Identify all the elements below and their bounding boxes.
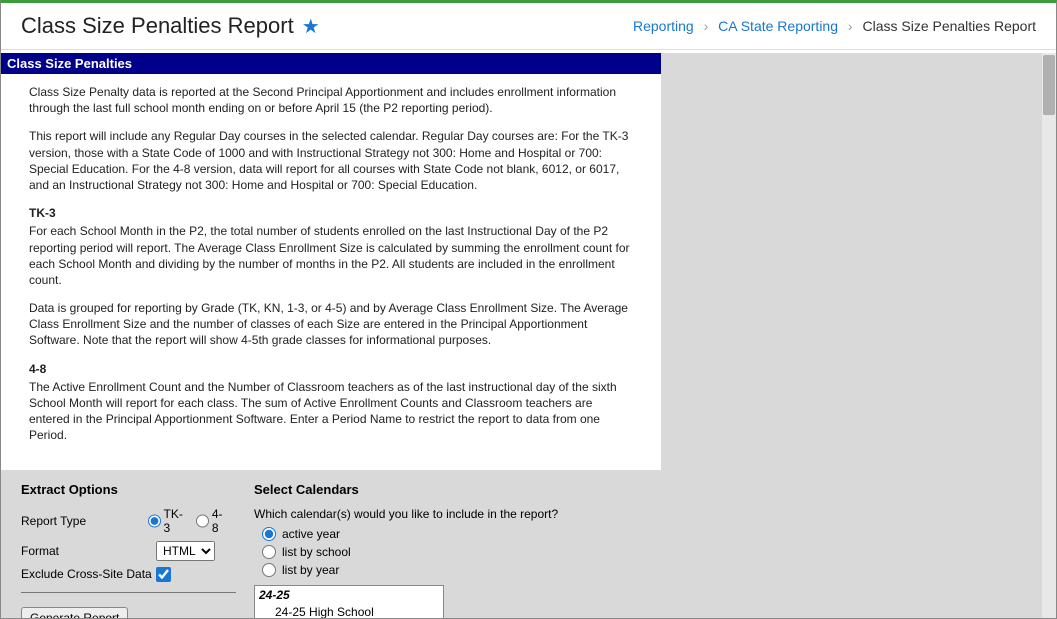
calendar-year-group[interactable]: 24-25 — [255, 586, 443, 604]
desc-s1-p1: For each School Month in the P2, the tot… — [29, 223, 633, 288]
desc-p1: Class Size Penalty data is reported at t… — [29, 84, 633, 116]
desc-p2: This report will include any Regular Day… — [29, 128, 633, 193]
report-type-48[interactable]: 4-8 — [196, 507, 228, 535]
report-type-48-label: 4-8 — [212, 507, 228, 535]
app-window: Class Size Penalties Report ★ Reporting … — [0, 0, 1057, 619]
page-title: Class Size Penalties Report — [21, 13, 294, 39]
form-area: Extract Options Report Type TK-3 4-8 — [1, 470, 661, 618]
report-type-tk3-label: TK-3 — [164, 507, 188, 535]
report-type-row: Report Type TK-3 4-8 — [21, 507, 236, 535]
description-block: Class Size Penalty data is reported at t… — [1, 74, 661, 470]
breadcrumb-l3: Class Size Penalties Report — [862, 18, 1036, 34]
desc-s2-title: 4-8 — [29, 361, 633, 377]
report-type-48-radio[interactable] — [196, 514, 209, 528]
desc-s1-title: TK-3 — [29, 205, 633, 221]
calendar-mode-list: active year list by school list by year — [262, 527, 641, 577]
calendar-mode-year-label: list by year — [282, 563, 339, 577]
format-label: Format — [21, 544, 156, 558]
right-pane — [661, 53, 1056, 618]
breadcrumb: Reporting › CA State Reporting › Class S… — [633, 18, 1036, 34]
extract-options-col: Extract Options Report Type TK-3 4-8 — [21, 482, 236, 618]
page-title-wrap: Class Size Penalties Report ★ — [21, 13, 320, 39]
report-type-tk3[interactable]: TK-3 — [148, 507, 188, 535]
calendar-mode-active-radio[interactable] — [262, 527, 276, 541]
format-row: Format HTML — [21, 541, 236, 561]
scrollbar-thumb[interactable] — [1043, 55, 1055, 115]
exclude-label: Exclude Cross-Site Data — [21, 567, 156, 581]
calendars-prompt: Which calendar(s) would you like to incl… — [254, 507, 641, 521]
report-type-tk3-radio[interactable] — [148, 514, 161, 528]
report-type-label: Report Type — [21, 514, 148, 528]
calendar-mode-year[interactable]: list by year — [262, 563, 641, 577]
format-select[interactable]: HTML — [156, 541, 215, 561]
exclude-checkbox[interactable] — [156, 567, 171, 582]
select-calendars-col: Select Calendars Which calendar(s) would… — [254, 482, 641, 618]
breadcrumb-l2[interactable]: CA State Reporting — [718, 18, 838, 34]
desc-s2-p1: The Active Enrollment Count and the Numb… — [29, 379, 633, 444]
calendar-item[interactable]: 24-25 High School — [255, 604, 443, 618]
extract-options-title: Extract Options — [21, 482, 236, 497]
main-panel: Class Size Penalties Class Size Penalty … — [1, 53, 661, 618]
chevron-right-icon: › — [704, 18, 709, 34]
calendar-mode-active[interactable]: active year — [262, 527, 641, 541]
desc-s1-p2: Data is grouped for reporting by Grade (… — [29, 300, 633, 349]
breadcrumb-l1[interactable]: Reporting — [633, 18, 694, 34]
calendar-listbox[interactable]: 24-25 24-25 High School 24-25 Middle Sch… — [254, 585, 444, 618]
exclude-row: Exclude Cross-Site Data — [21, 567, 236, 582]
scrollbar-track[interactable] — [1042, 53, 1056, 618]
generate-report-button[interactable]: Generate Report — [21, 607, 128, 618]
chevron-right-icon: › — [848, 18, 853, 34]
calendar-mode-school-label: list by school — [282, 545, 351, 559]
header-bar: Class Size Penalties Report ★ Reporting … — [1, 3, 1056, 50]
calendar-mode-year-radio[interactable] — [262, 563, 276, 577]
calendar-mode-active-label: active year — [282, 527, 340, 541]
section-title: Class Size Penalties — [1, 53, 661, 74]
divider — [21, 592, 236, 593]
calendar-mode-school[interactable]: list by school — [262, 545, 641, 559]
calendar-mode-school-radio[interactable] — [262, 545, 276, 559]
select-calendars-title: Select Calendars — [254, 482, 641, 497]
content-wrap: Class Size Penalties Class Size Penalty … — [1, 53, 1056, 618]
star-icon[interactable]: ★ — [302, 14, 320, 39]
